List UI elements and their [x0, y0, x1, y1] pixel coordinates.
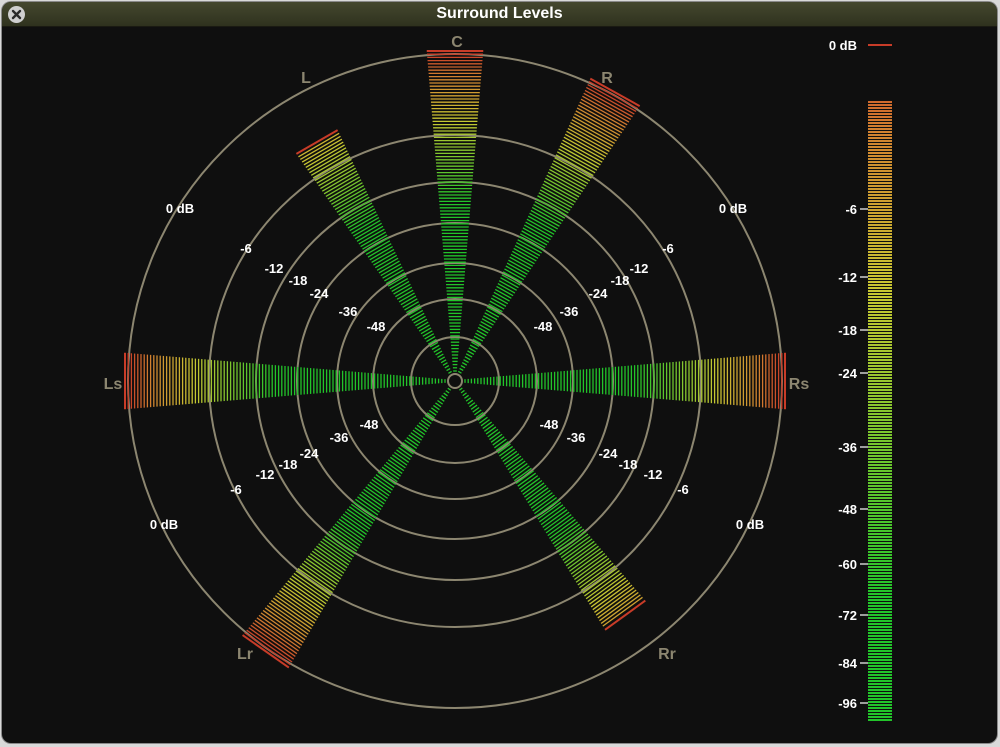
- ring-label: -48: [367, 319, 386, 334]
- ring-label: -18: [619, 457, 638, 472]
- ring-label: -12: [630, 261, 649, 276]
- beam-ls: [124, 352, 446, 410]
- ring-label: -18: [611, 273, 630, 288]
- ring-label: -6: [677, 482, 689, 497]
- ring-label: -36: [560, 304, 579, 319]
- ring-labels: 0 dB 0 dB0 dB 0 dB-6 -6-6 -6-12 -12-12 -12-18-…: [150, 201, 764, 532]
- ring-label: -36: [330, 430, 349, 445]
- bar-scale-label: -84: [838, 656, 858, 671]
- master-level-bar: 0 dB -6 -12 -18 -24 -36 -48 -60 -72 -84 -96: [829, 38, 892, 721]
- ring-label: 0 dB: [166, 201, 194, 216]
- center-hub: [447, 373, 463, 389]
- beam-c: [426, 50, 484, 372]
- ring-label: -18: [279, 457, 298, 472]
- bar-scale-label: -60: [838, 557, 857, 572]
- ring-label: -36: [339, 304, 358, 319]
- bar-scale-label: -36: [838, 440, 857, 455]
- channel-beams: [124, 50, 786, 669]
- bar-peak-hold: [868, 44, 892, 46]
- db-ring-0: [127, 53, 783, 709]
- channel-label-c: C: [451, 34, 463, 51]
- bar-scale-label: -24: [838, 366, 858, 381]
- channel-label-rr: Rr: [658, 646, 676, 663]
- ring-label: -12: [644, 467, 663, 482]
- ring-label: -48: [540, 417, 559, 432]
- beam-l: [295, 129, 452, 374]
- channel-label-rs: Rs: [789, 376, 810, 393]
- ring-label: -18: [289, 273, 308, 288]
- ring-label: -24: [300, 446, 320, 461]
- channel-label-ls: Ls: [104, 376, 123, 393]
- bar-scale-label: -96: [838, 696, 857, 711]
- ring-label: -48: [534, 319, 553, 334]
- title-bar[interactable]: Surround Levels: [2, 2, 997, 27]
- ring-label: -48: [360, 417, 379, 432]
- ring-label: -6: [240, 241, 252, 256]
- bar-scale-label: -6: [845, 202, 857, 217]
- window-title: Surround Levels: [436, 5, 563, 22]
- ring-label: -24: [599, 446, 619, 461]
- ring-label: -6: [230, 482, 242, 497]
- bar-scale-label: -72: [838, 608, 857, 623]
- channel-label-lr: Lr: [237, 646, 253, 663]
- beam-rs: [464, 352, 786, 410]
- db-ring-m12: [255, 181, 655, 581]
- ring-label: 0 dB: [736, 517, 764, 532]
- ring-label: -36: [567, 430, 586, 445]
- db-ring-m18: [296, 222, 614, 540]
- db-rings: [127, 53, 783, 709]
- channel-label-r: R: [601, 70, 613, 87]
- ring-label: 0 dB: [150, 517, 178, 532]
- surround-levels-window: Surround Levels 0 dB 0 dB 0 dB 0 dB -6 -6 -6 -6…: [2, 2, 997, 743]
- ring-label: -6: [662, 241, 674, 256]
- bar-scale-label: 0 dB: [829, 38, 857, 53]
- bar-scale-label: -12: [838, 270, 857, 285]
- channel-label-l: L: [301, 70, 311, 87]
- ring-label: -24: [589, 286, 609, 301]
- bar-scale-label: -18: [838, 323, 857, 338]
- ring-label: -24: [310, 286, 330, 301]
- ring-label: 0 dB: [719, 201, 747, 216]
- ring-label: -12: [256, 467, 275, 482]
- ring-label: -12: [265, 261, 284, 276]
- bar-scale-label: -48: [838, 502, 857, 517]
- surround-meter-canvas: 0 dB 0 dB0 dB 0 dB-6 -6-6 -6-12 -12-12 -12-18-…: [104, 34, 892, 721]
- db-ring-m48: [410, 336, 500, 426]
- db-ring-m6: [208, 134, 702, 628]
